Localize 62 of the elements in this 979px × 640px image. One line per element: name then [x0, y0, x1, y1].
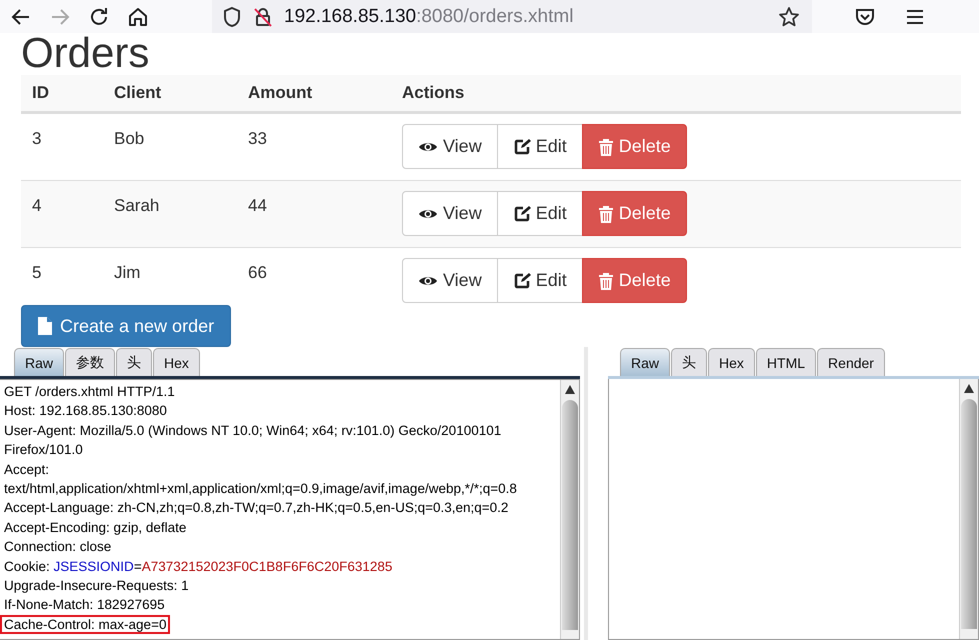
- request-line: Accept:: [3, 460, 50, 479]
- edit-button[interactable]: Edit: [496, 124, 583, 169]
- url-text: 192.168.85.130:8080/orders.xhtml: [284, 6, 574, 28]
- trash-icon: [598, 272, 614, 290]
- reload-icon[interactable]: [88, 6, 110, 28]
- tab[interactable]: HTML: [756, 348, 816, 376]
- create-order-button[interactable]: Create a new order: [21, 305, 232, 347]
- view-button[interactable]: View: [402, 124, 498, 169]
- request-line: Accept-Encoding: gzip, deflate: [3, 518, 188, 537]
- request-line: GET /orders.xhtml HTTP/1.1: [3, 383, 176, 401]
- tab[interactable]: 头: [671, 348, 708, 376]
- request-line: If-None-Match: 182927695: [3, 596, 166, 614]
- file-icon: [38, 317, 52, 335]
- table-cell-text: 33: [247, 128, 268, 149]
- column-header: Actions: [402, 83, 466, 103]
- request-line: Firefox/101.0: [3, 441, 84, 460]
- delete-button[interactable]: Delete: [582, 124, 687, 169]
- table-cell-text: 44: [247, 195, 268, 216]
- table-cell-text: Sarah: [113, 195, 160, 216]
- tab[interactable]: Raw: [14, 348, 64, 376]
- scrollbar[interactable]: [560, 380, 579, 639]
- tab[interactable]: 参数: [65, 348, 116, 376]
- request-line: Connection: close: [3, 538, 112, 556]
- address-bar[interactable]: 192.168.85.130:8080/orders.xhtml: [212, 0, 812, 33]
- edit-icon: [512, 204, 531, 222]
- delete-button[interactable]: Delete: [582, 258, 687, 303]
- column-header: Amount: [247, 83, 314, 103]
- tab[interactable]: Hex: [708, 348, 755, 376]
- page-title: Orders: [21, 31, 150, 75]
- column-header: Client: [113, 83, 162, 103]
- edit-button[interactable]: Edit: [496, 191, 583, 236]
- table-cell-text: 3: [31, 128, 42, 149]
- table-cell-text: Jim: [113, 262, 142, 283]
- column-header: ID: [31, 83, 50, 103]
- edit-icon: [512, 272, 531, 290]
- request-line: Cookie: JSESSIONID=A73732152023F0C1B8F6F6C20F631285: [3, 558, 394, 576]
- shield-icon: [222, 6, 242, 28]
- table-cell-text: 66: [247, 262, 268, 283]
- table-cell-text: 4: [31, 195, 42, 216]
- edit-button[interactable]: Edit: [496, 258, 583, 303]
- request-line: text/html,application/xhtml+xml,application/xml;q=0.9,image/avif,image/webp,*/*;q=0.8: [3, 480, 518, 498]
- trash-icon: [598, 138, 614, 156]
- view-button[interactable]: View: [402, 258, 498, 303]
- tab[interactable]: Render: [817, 348, 885, 376]
- tab[interactable]: Hex: [153, 348, 200, 376]
- trash-icon: [598, 204, 614, 222]
- request-line: Accept-Language: zh-CN,zh;q=0.8,zh-TW;q=0.7,zh-HK;q=0.5,en-US;q=0.3,en;q=0.2: [3, 499, 510, 518]
- request-line: Cache-Control: max-age=0: [0, 614, 170, 634]
- scrollbar[interactable]: [959, 379, 978, 639]
- edit-icon: [512, 138, 531, 156]
- delete-button[interactable]: Delete: [582, 191, 687, 236]
- insecure-lock-icon: [252, 6, 274, 28]
- view-button[interactable]: View: [402, 191, 498, 236]
- request-line: User-Agent: Mozilla/5.0 (Windows NT 10.0; Win64; x64; rv:101.0) Gecko/20100101: [3, 422, 502, 440]
- tab[interactable]: 头: [116, 348, 152, 376]
- home-icon[interactable]: [127, 6, 149, 28]
- tab[interactable]: Raw: [620, 348, 670, 376]
- request-line: Host: 192.168.85.130:8080: [3, 402, 168, 420]
- star-icon[interactable]: [778, 6, 800, 28]
- table-cell-text: Bob: [113, 128, 146, 149]
- table-cell-text: 5: [31, 262, 42, 283]
- request-line: Upgrade-Insecure-Requests: 1: [3, 576, 190, 595]
